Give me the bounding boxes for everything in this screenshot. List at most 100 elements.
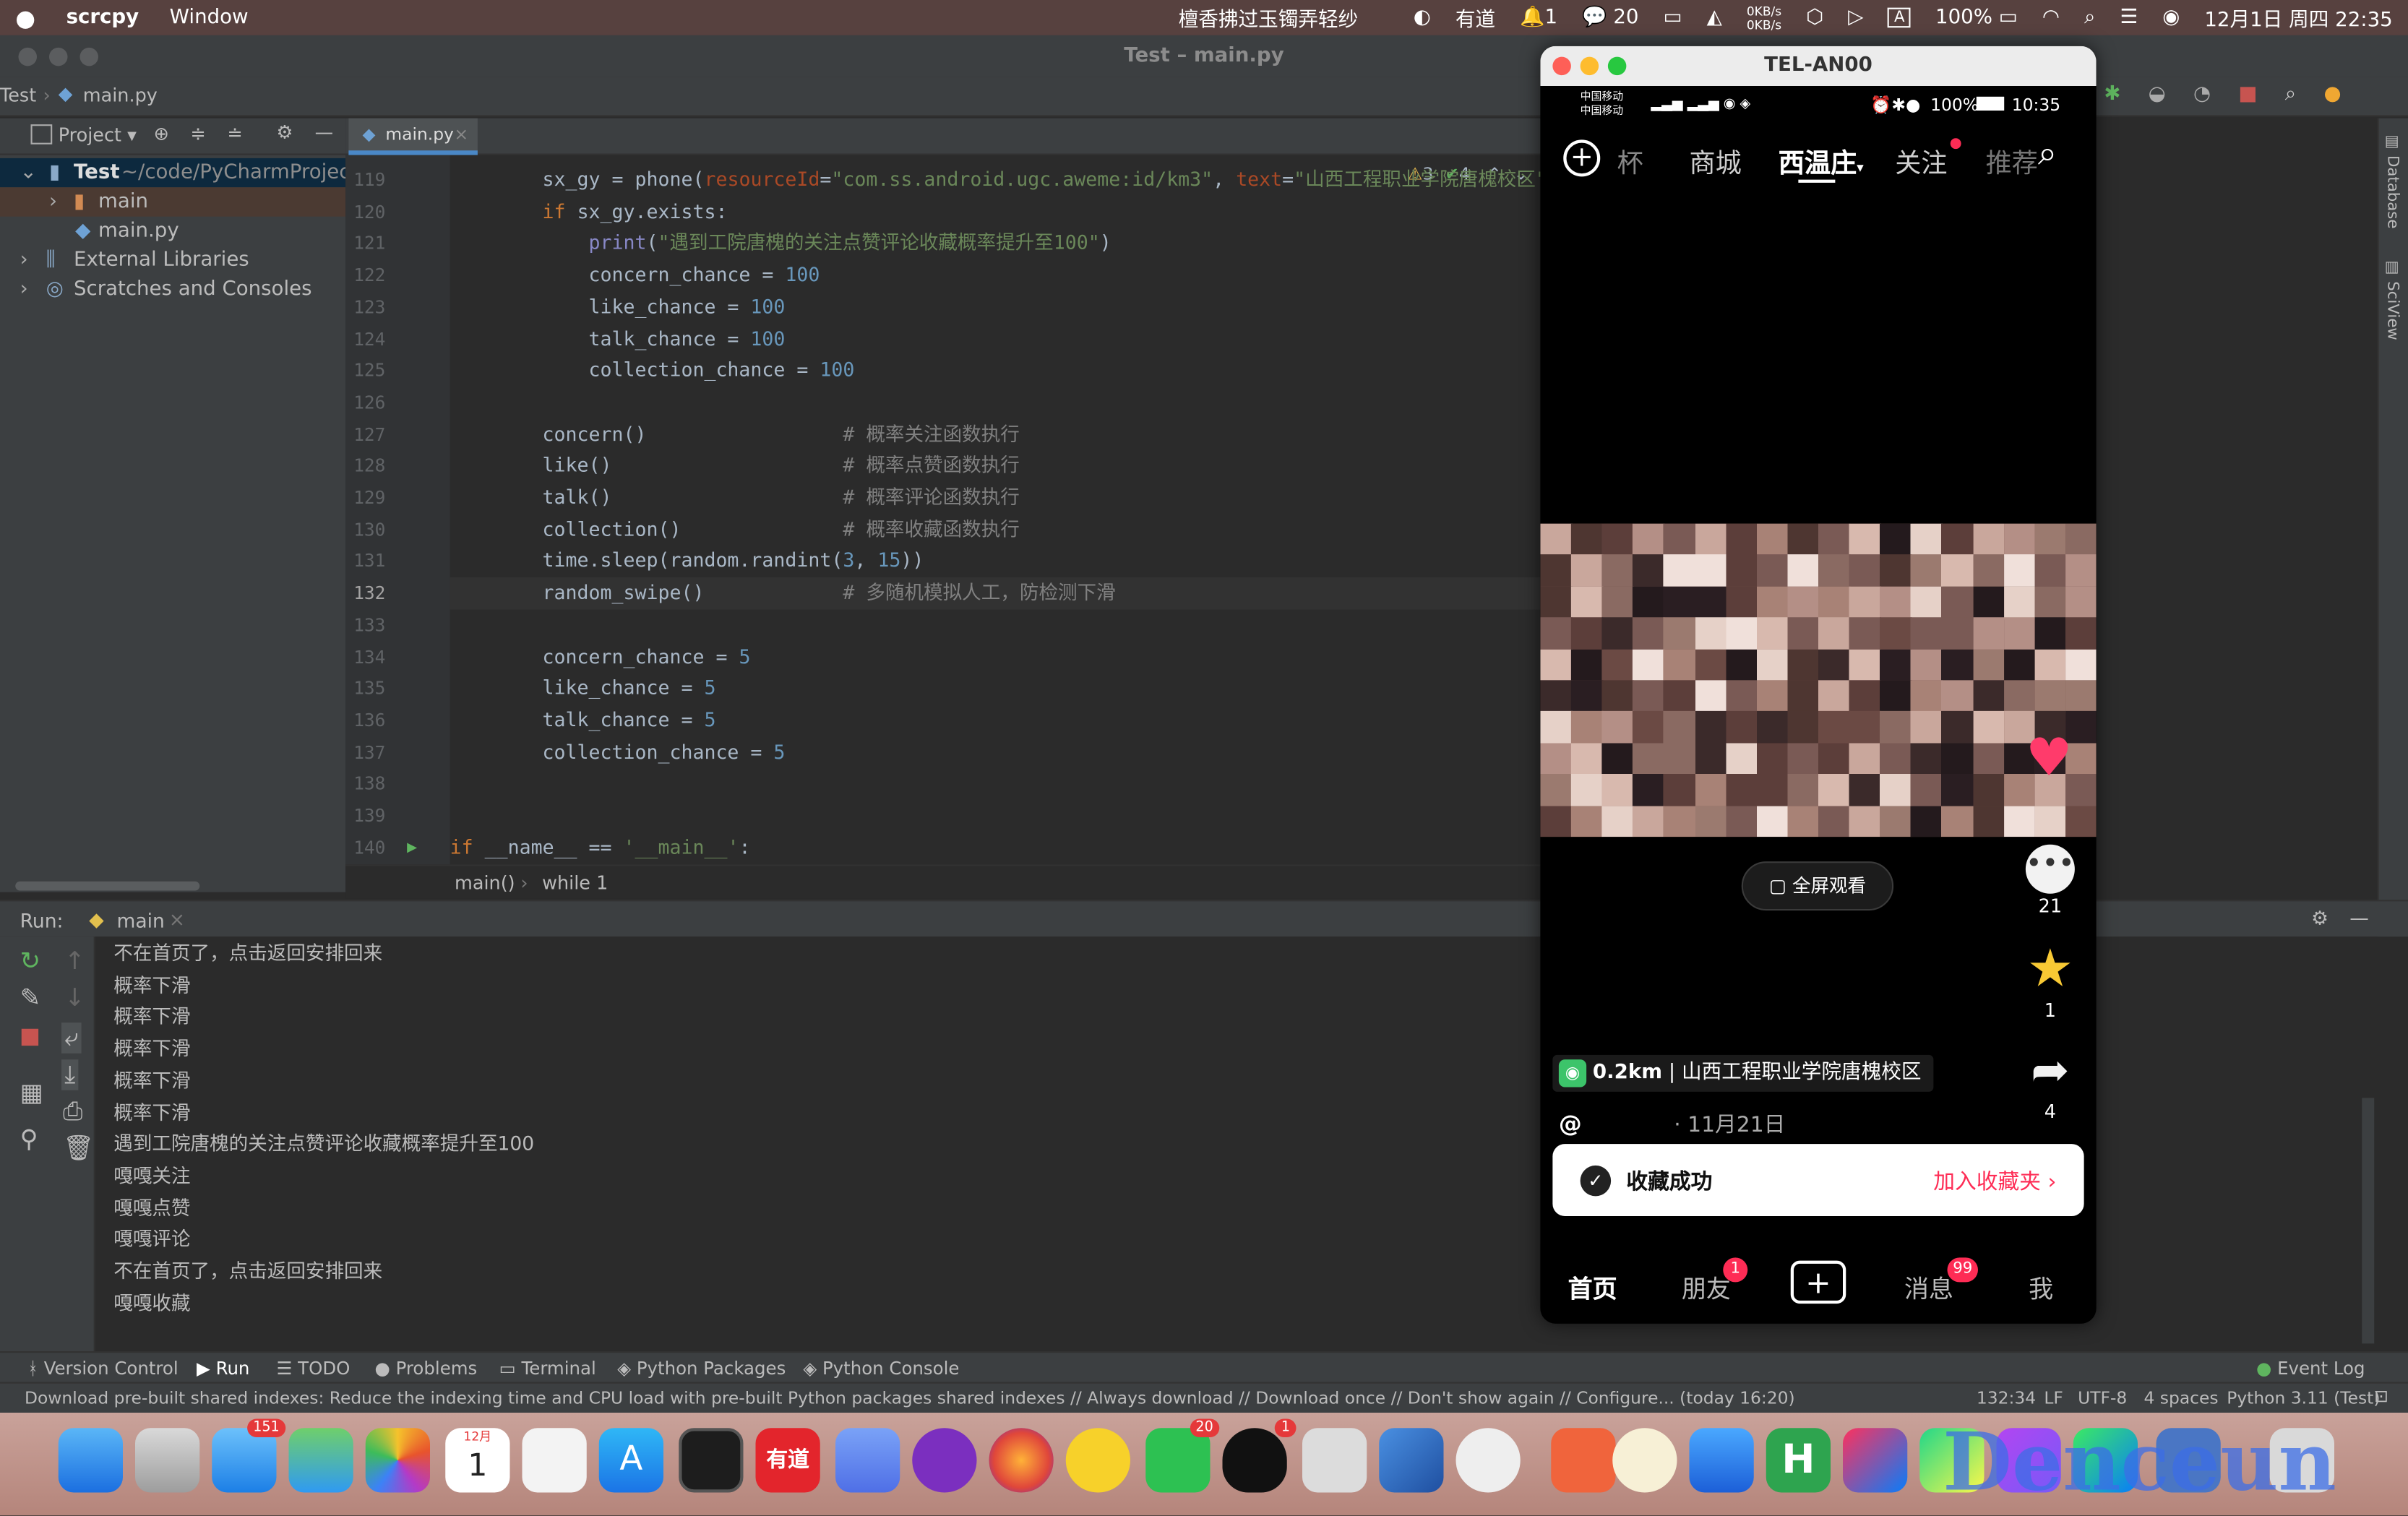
- code-line[interactable]: [450, 609, 1544, 641]
- code-line[interactable]: collection_chance = 5: [450, 736, 1544, 768]
- code-line[interactable]: talk_chance = 5: [450, 705, 1544, 736]
- photos-icon[interactable]: [365, 1428, 430, 1493]
- minimize-window-icon[interactable]: [1580, 56, 1599, 76]
- scroll-to-end-icon[interactable]: ⤓: [61, 1059, 79, 1090]
- close-tab-icon[interactable]: ×: [455, 119, 469, 152]
- collapse-all-icon[interactable]: ≐: [228, 123, 243, 145]
- code-line[interactable]: [450, 768, 1544, 800]
- down-arrow-icon[interactable]: ↓: [64, 983, 85, 1012]
- qq-icon[interactable]: 1: [1222, 1418, 1297, 1493]
- tool-version-control[interactable]: ᚼ Version Control: [27, 1358, 178, 1379]
- line-separator[interactable]: LF: [2044, 1388, 2063, 1408]
- add-to-collection-link[interactable]: 加入收藏夹 ›: [1933, 1166, 2056, 1197]
- search-icon[interactable]: ⌕: [2038, 135, 2057, 173]
- cat-icon[interactable]: ◭: [1707, 7, 1722, 30]
- tab-local[interactable]: 西温庄▾: [1779, 142, 1864, 180]
- code-line[interactable]: [450, 800, 1544, 832]
- close-window-icon[interactable]: [1552, 56, 1571, 76]
- tree-item-main-folder[interactable]: › ▮ main: [0, 187, 346, 217]
- rerun-icon[interactable]: ↻: [20, 946, 40, 975]
- sublime-icon[interactable]: [1551, 1428, 1616, 1493]
- code-line[interactable]: concern_chance = 5: [450, 641, 1544, 673]
- youdao-icon[interactable]: 有道: [755, 1428, 820, 1493]
- caret-position[interactable]: 132:34: [1977, 1388, 2036, 1408]
- code-line[interactable]: if sx_gy.exists:: [450, 196, 1544, 228]
- pen-icon[interactable]: [835, 1428, 900, 1493]
- podcasts-icon[interactable]: [912, 1428, 977, 1493]
- tool-run[interactable]: ▶ Run: [197, 1358, 249, 1379]
- paw-icon[interactable]: [1612, 1428, 1677, 1493]
- comment-icon[interactable]: •••: [2025, 844, 2075, 894]
- youdao-status[interactable]: 有道: [1455, 3, 1495, 33]
- finder-icon[interactable]: [58, 1428, 123, 1493]
- code-line[interactable]: [450, 387, 1544, 418]
- mail-icon[interactable]: 151: [212, 1418, 286, 1493]
- play-icon[interactable]: ▷: [1848, 7, 1863, 30]
- code-line[interactable]: random_swipe() # 多随机模拟人工，防检测下滑: [450, 577, 1544, 610]
- event-log-button[interactable]: ● Event Log: [2256, 1358, 2365, 1379]
- screen-icon[interactable]: ▭: [1663, 7, 1682, 30]
- run-gutter-icon[interactable]: ▶: [407, 836, 417, 856]
- code-line[interactable]: if __name__ == '__main__':: [450, 832, 1544, 863]
- tree-item-external-libraries[interactable]: › ⫼ External Libraries: [0, 246, 345, 275]
- add-circle-icon[interactable]: +: [1563, 139, 1601, 177]
- search-icon[interactable]: ⌕: [2084, 7, 2095, 30]
- firefox-icon[interactable]: [989, 1428, 1054, 1493]
- up-arrow-icon[interactable]: ↑: [64, 946, 85, 975]
- wrench-icon[interactable]: ✎: [20, 983, 40, 1012]
- tool-todo[interactable]: ☰ TODO: [277, 1358, 351, 1379]
- clock[interactable]: 12月1日 周四 22:35: [2204, 3, 2392, 33]
- app-menu[interactable]: scrcpy: [66, 7, 139, 30]
- coverage-icon[interactable]: ◒: [2149, 83, 2166, 106]
- run-tab-main[interactable]: main: [117, 909, 165, 932]
- nav-messages[interactable]: 消息: [1904, 1268, 1953, 1305]
- code-line[interactable]: time.sleep(random.randint(3, 15)): [450, 546, 1544, 577]
- stop-icon[interactable]: ■: [2238, 83, 2257, 106]
- layout-icon[interactable]: ▦: [20, 1078, 43, 1107]
- app-store-icon[interactable]: A: [598, 1428, 663, 1493]
- print-icon[interactable]: ⎙: [63, 1096, 82, 1127]
- nav-me[interactable]: 我: [2029, 1268, 2053, 1305]
- code-line[interactable]: like_chance = 100: [450, 291, 1544, 323]
- siri-icon[interactable]: ◉: [2162, 7, 2180, 30]
- nav-file[interactable]: main.py: [83, 85, 158, 106]
- tool-python-console[interactable]: ◈ Python Console: [803, 1358, 959, 1379]
- code-line[interactable]: concern() # 概率关注函数执行: [450, 418, 1544, 450]
- control-center-icon[interactable]: ☰: [2120, 7, 2138, 30]
- location-tag[interactable]: ◉ 0.2km | 山西工程职业学院唐槐校区: [1552, 1054, 1934, 1092]
- code-line[interactable]: sx_gy = phone(resourceId="com.ss.android…: [450, 164, 1544, 196]
- stop-run-icon[interactable]: [21, 1028, 39, 1046]
- tool-problems[interactable]: ● Problems: [375, 1358, 478, 1379]
- soft-wrap-icon[interactable]: ⤶: [61, 1022, 82, 1054]
- reminders-icon[interactable]: [522, 1428, 587, 1493]
- bell-icon[interactable]: 🔔1: [1520, 7, 1557, 30]
- close-run-tab-icon[interactable]: ×: [169, 908, 185, 931]
- calendar-icon[interactable]: 12月 1: [445, 1428, 510, 1493]
- trash-icon[interactable]: 🗑: [63, 1133, 94, 1162]
- globe-icon[interactable]: ◐: [1414, 7, 1431, 30]
- teapot-icon[interactable]: [1455, 1428, 1521, 1493]
- zoom-window-icon[interactable]: [1607, 56, 1627, 76]
- preview-icon[interactable]: [1302, 1428, 1367, 1493]
- apple-icon[interactable]: ●: [15, 4, 35, 31]
- tab-main-py[interactable]: ◆ main.py ×: [348, 118, 478, 155]
- gear-icon[interactable]: ⚙: [277, 121, 293, 143]
- input-icon[interactable]: A: [1888, 7, 1911, 28]
- profile-icon[interactable]: ◔: [2193, 83, 2211, 106]
- window-menu[interactable]: Window: [170, 7, 249, 30]
- file-encoding[interactable]: UTF-8: [2078, 1388, 2127, 1408]
- code-line[interactable]: talk_chance = 100: [450, 323, 1544, 355]
- tab-following[interactable]: 关注: [1895, 142, 1947, 180]
- horizontal-scrollbar[interactable]: [15, 881, 200, 891]
- tab-recommend[interactable]: 推荐: [1986, 142, 2038, 180]
- sciview-tool-button[interactable]: ▥ SciView: [2383, 259, 2400, 340]
- fullscreen-button[interactable]: ▢ 全屏观看: [1741, 861, 1894, 911]
- locate-icon[interactable]: ⊕: [154, 123, 169, 145]
- code-line[interactable]: talk() # 概率评论函数执行: [450, 482, 1544, 514]
- code-line[interactable]: collection_chance = 100: [450, 355, 1544, 387]
- hide-run-icon[interactable]: —: [2349, 906, 2369, 929]
- wechat-icon[interactable]: 20: [1145, 1418, 1220, 1493]
- indent-setting[interactable]: 4 spaces: [2144, 1388, 2219, 1408]
- code-line[interactable]: print("遇到工院唐槐的关注点赞评论收藏概率提升至100"): [450, 228, 1544, 259]
- pin-icon[interactable]: ⚲: [20, 1124, 38, 1153]
